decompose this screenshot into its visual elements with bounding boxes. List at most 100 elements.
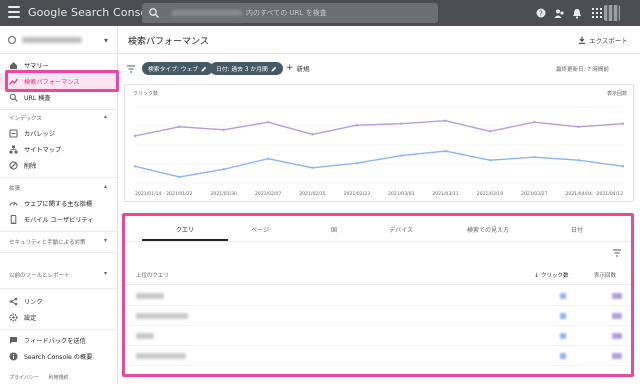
product-name[interactable]: Google Search Console	[28, 6, 157, 19]
chart-point	[355, 124, 359, 127]
column-header-top-queries[interactable]: 上位のクエリ	[136, 271, 169, 279]
sidebar-item-sitemaps[interactable]: サイトマップ	[0, 141, 118, 157]
chart-point	[266, 121, 270, 124]
chart-x-tick-label: 2021/02/07	[255, 191, 282, 197]
feedback-icon	[9, 336, 18, 345]
dimension-table-card: クエリ ページ国デバイス 検索での見え方 日付 上位のクエリ ↓ クリック数 表示回数	[124, 214, 632, 376]
tab-4[interactable]: 検索での見え方	[442, 218, 534, 240]
clicks-blurred	[560, 353, 566, 359]
chart-point	[178, 175, 181, 179]
search-icon	[9, 93, 18, 102]
tab-5[interactable]: 日付	[534, 218, 620, 240]
tab-3[interactable]: デバイス	[360, 218, 442, 240]
chevron-down-icon[interactable]: ▾	[104, 270, 107, 277]
chart-point	[488, 159, 492, 162]
filter-chip-search-type[interactable]: 検索タイプ: ウェブ	[142, 62, 214, 75]
chevron-up-icon[interactable]: ▴	[104, 113, 107, 120]
sidebar-item-url-inspection[interactable]: URL 検査	[0, 89, 118, 105]
sidebar-item-label: モバイル ユーザビリティ	[24, 216, 94, 224]
filter-icon[interactable]	[126, 64, 136, 74]
terms-link[interactable]: 利用規約	[49, 375, 69, 381]
url-inspect-input[interactable]	[246, 6, 426, 20]
links-icon	[9, 297, 18, 306]
chart-x-tick-label: 2021/04/12	[597, 191, 624, 197]
sidebar-item-label: サマリー	[24, 62, 49, 70]
sort-down-arrow-icon: ↓	[534, 271, 540, 279]
table-row[interactable]	[124, 286, 632, 306]
divider	[0, 252, 118, 253]
sidebar-item-performance[interactable]: 検索パフォーマンス	[0, 73, 118, 89]
divider	[0, 109, 118, 110]
sidebar-item-label: ウェブに関する主な指標	[24, 200, 93, 208]
sidebar-item-web-vitals[interactable]: ウェブに関する主な指標	[0, 195, 118, 211]
help-icon[interactable]: ?	[534, 6, 548, 20]
property-selector[interactable]: ▾	[0, 26, 118, 54]
download-icon	[579, 36, 586, 44]
divider	[0, 231, 118, 232]
chart-x-tick-label: 2021/03/27	[521, 191, 548, 197]
manage-users-icon[interactable]	[552, 6, 566, 20]
chart-x-tick-label: 2021/01/14	[135, 191, 162, 197]
chart-right-axis-label: 表示回数	[607, 90, 627, 97]
sidebar-item-removals[interactable]: 削除	[0, 157, 118, 173]
impressions-blurred	[612, 353, 622, 359]
sidebar-item-label: 設定	[24, 314, 37, 322]
notifications-bell-icon[interactable]	[570, 6, 584, 20]
performance-chart[interactable]: クリック数 表示回数 2021/01/14 2021/01/22 2021/01/3…	[125, 85, 635, 203]
sidebar-item-links[interactable]: リンク	[0, 293, 118, 309]
chart-x-tick-label: 2021/03/03	[388, 191, 415, 197]
table-row[interactable]	[124, 326, 632, 346]
sidebar-item-about[interactable]: Search Console の概要	[0, 348, 118, 364]
apps-grid-icon[interactable]	[590, 6, 604, 20]
privacy-link[interactable]: プライバシー	[9, 375, 39, 381]
sidebar-item-mobile-usability[interactable]: モバイル ユーザビリティ	[0, 211, 118, 227]
export-button[interactable]: エクスポート	[572, 32, 634, 48]
impressions-blurred	[612, 313, 622, 319]
smartphone-icon	[9, 214, 18, 224]
tab-0[interactable]: クエリ	[142, 218, 228, 240]
table-row[interactable]	[124, 306, 632, 326]
gear-icon	[9, 312, 18, 322]
chart-point	[222, 168, 225, 171]
column-header-impressions[interactable]: 表示回数	[594, 271, 616, 279]
sidebar-item-settings[interactable]: 設定	[0, 309, 118, 325]
trending-up-icon	[9, 77, 18, 86]
tab-1[interactable]: ページ	[228, 218, 292, 240]
section-header-legacy: 以前のツールとレポート	[9, 273, 70, 279]
edit-pencil-icon	[271, 66, 276, 71]
filter-bar: 検索タイプ: ウェブ 日付: 過去 3 か月間 + 新規 最終更新日: 7 時間…	[118, 55, 640, 83]
chevron-down-icon: ▾	[104, 36, 109, 45]
chart-point	[399, 122, 403, 125]
sidebar-item-summary[interactable]: サマリー	[0, 57, 118, 73]
sidebar-item-label: URL 検査	[24, 94, 51, 102]
table-filter-icon[interactable]	[612, 248, 622, 258]
sidebar-item-coverage[interactable]: カバレッジ	[0, 125, 118, 141]
column-header-clicks[interactable]: ↓ クリック数	[534, 271, 569, 280]
chevron-up-icon[interactable]: ▴	[104, 183, 107, 190]
chevron-down-icon[interactable]: ▾	[104, 237, 107, 244]
chart-point	[355, 162, 359, 165]
clicks-blurred	[560, 293, 566, 299]
coverage-icon	[9, 128, 18, 138]
last-updated-text: 最終更新日: 7 時間前	[556, 67, 609, 73]
url-inspect-search-bar[interactable]	[142, 3, 438, 23]
page-title: 検索パフォーマンス	[128, 37, 209, 47]
filter-chip-date[interactable]: 日付: 過去 3 か月間	[210, 62, 283, 75]
sidebar-item-label: サイトマップ	[24, 146, 62, 154]
new-filter-button[interactable]: + 新規	[286, 63, 310, 73]
new-label: 新規	[296, 65, 310, 73]
sidebar-item-label: フィードバックを送信	[24, 337, 86, 345]
page-header: 検索パフォーマンス エクスポート	[118, 26, 640, 54]
sidebar-item-label: 削除	[24, 162, 37, 170]
sidebar-item-feedback[interactable]: フィードバックを送信	[0, 332, 118, 348]
chart-series-line-0	[134, 120, 624, 137]
tab-2[interactable]: 国	[314, 218, 354, 240]
chart-point	[311, 133, 314, 136]
chart-point	[178, 125, 181, 128]
table-row[interactable]	[124, 346, 632, 366]
property-name-blurred	[22, 37, 82, 43]
hamburger-menu-icon[interactable]	[8, 6, 20, 20]
account-avatar[interactable]	[604, 5, 620, 21]
chart-point	[533, 121, 536, 124]
sidebar-item-label: 検索パフォーマンス	[24, 78, 80, 86]
